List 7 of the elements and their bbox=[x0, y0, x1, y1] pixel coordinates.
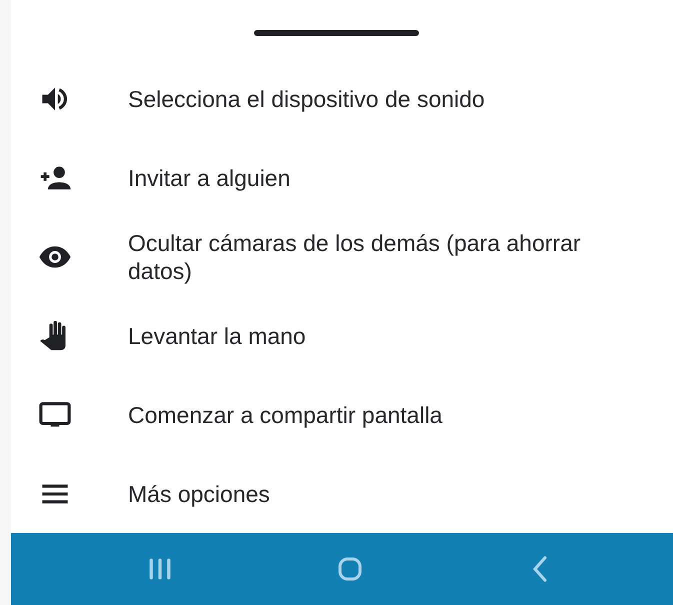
menu-item[interactable]: Comenzar a compartir pantalla bbox=[128, 400, 442, 429]
drag-handle[interactable] bbox=[254, 30, 418, 36]
menu-item[interactable]: Invitar a alguien bbox=[128, 164, 290, 192]
menu-item[interactable]: Más opciones bbox=[128, 480, 270, 508]
menu-item[interactable]: Selecciona el dispositivo de sonido bbox=[128, 85, 485, 114]
menu-item[interactable]: Ocultar cámaras de los demás (para ahorrar datos) bbox=[128, 229, 648, 286]
menu-item[interactable]: Levantar la mano bbox=[128, 322, 306, 350]
